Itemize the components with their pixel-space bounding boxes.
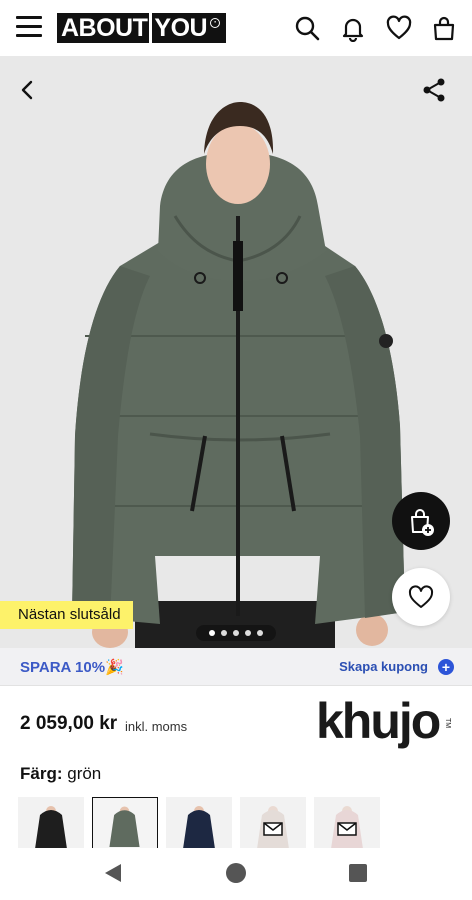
mail-icon (331, 806, 363, 849)
brand-logo[interactable]: khujo TM (316, 694, 456, 750)
plus-icon[interactable]: + (438, 659, 454, 675)
color-variant-unavailable[interactable] (240, 797, 306, 849)
price-tax-note: inkl. moms (125, 719, 188, 734)
brand-trademark: TM (444, 718, 451, 728)
color-selection-label: Färg: grön (20, 764, 101, 784)
search-icon[interactable] (293, 14, 321, 42)
color-label: Färg: (20, 764, 63, 783)
about-you-logo[interactable]: ABOUT YOU · (57, 13, 227, 43)
mail-icon (257, 806, 289, 849)
coupon-bar: SPARA 10%🎉 Skapa kupong + (0, 648, 472, 686)
logo-text-about: ABOUT (61, 13, 148, 42)
low-stock-badge: Nästan slutsåld (0, 601, 133, 629)
color-variant-unavailable[interactable] (314, 797, 380, 849)
top-header: ABOUT YOU · (0, 0, 472, 56)
menu-icon[interactable] (16, 16, 42, 38)
color-value: grön (67, 764, 102, 783)
party-emoji: 🎉 (105, 659, 124, 676)
add-to-bag-icon (411, 509, 434, 536)
coupon-promo-text: SPARA 10%🎉 (20, 658, 124, 676)
product-price: 2 059,00 kr (20, 713, 118, 734)
nav-recents-icon[interactable] (348, 863, 368, 883)
nav-back-icon[interactable] (102, 862, 124, 884)
add-to-bag-button[interactable] (392, 492, 450, 550)
wishlist-button[interactable] (392, 568, 450, 626)
system-nav-bar (0, 848, 472, 900)
navy-jacket-thumbnail (183, 806, 215, 849)
carousel-dot[interactable] (221, 630, 227, 636)
color-variant-navy[interactable] (166, 797, 232, 849)
carousel-dot[interactable] (257, 630, 263, 636)
product-image-carousel[interactable]: Nästan slutsåld (0, 56, 472, 648)
color-variant-black[interactable] (18, 797, 84, 849)
carousel-dot[interactable] (209, 630, 215, 636)
brand-name: khujo (316, 694, 440, 749)
carousel-dot[interactable] (233, 630, 239, 636)
color-variant-list (18, 797, 380, 849)
black-jacket-thumbnail (35, 806, 67, 849)
product-photo (0, 56, 472, 648)
nav-home-icon[interactable] (225, 862, 247, 884)
color-variant-green[interactable] (92, 797, 158, 849)
back-icon[interactable] (14, 76, 42, 104)
wishlist-heart-icon (408, 585, 434, 608)
bell-icon[interactable] (339, 14, 367, 42)
logo-text-you: YOU (154, 13, 208, 42)
create-coupon-link[interactable]: Skapa kupong (339, 659, 428, 674)
carousel-indicator[interactable] (196, 625, 276, 641)
share-icon[interactable] (420, 76, 448, 104)
green-jacket-thumbnail (109, 806, 140, 847)
coupon-discount: SPARA 10% (20, 659, 106, 676)
heart-icon[interactable] (385, 14, 413, 42)
bag-icon[interactable] (430, 14, 458, 42)
carousel-dot[interactable] (245, 630, 251, 636)
